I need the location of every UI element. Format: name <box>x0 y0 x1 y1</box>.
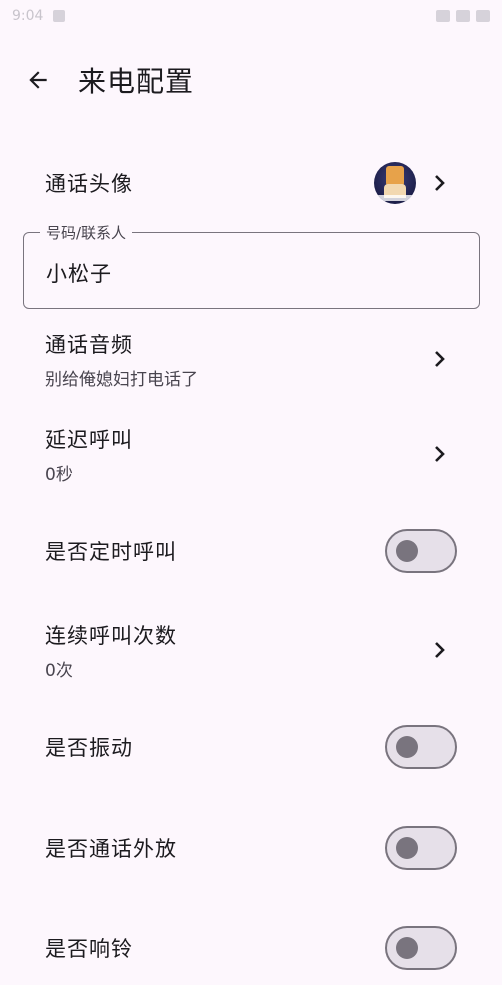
avatar-caption <box>376 195 414 201</box>
status-bar: 9:04 <box>0 0 502 32</box>
delay-call-label: 延迟呼叫 <box>45 427 133 452</box>
switch-thumb <box>396 837 418 859</box>
call-avatar-label: 通话头像 <box>45 172 133 196</box>
timed-call-label: 是否定时呼叫 <box>45 540 177 564</box>
app-bar: 来电配置 <box>0 48 502 112</box>
timed-call-switch[interactable] <box>385 529 457 573</box>
call-audio-row[interactable]: 通话音频 别给俺媳妇打电话了 <box>0 329 502 390</box>
timed-call-texts: 是否定时呼叫 <box>45 536 177 566</box>
chevron-right-icon <box>430 638 450 662</box>
ring-texts: 是否响铃 <box>45 933 133 963</box>
contact-field[interactable]: 号码/联系人 小松子 <box>23 222 480 309</box>
speaker-row[interactable]: 是否通话外放 <box>0 825 502 871</box>
vibrate-row[interactable]: 是否振动 <box>0 724 502 770</box>
chevron-right-icon <box>430 171 450 195</box>
speaker-texts: 是否通话外放 <box>45 833 177 863</box>
delay-call-texts: 延迟呼叫 0秒 <box>45 424 133 485</box>
switch-thumb <box>396 540 418 562</box>
call-audio-texts: 通话音频 别给俺媳妇打电话了 <box>45 329 198 390</box>
battery-icon <box>476 10 490 22</box>
switch-thumb <box>396 937 418 959</box>
vibrate-label: 是否振动 <box>45 736 133 760</box>
timed-call-row[interactable]: 是否定时呼叫 <box>0 528 502 574</box>
repeat-count-row[interactable]: 连续呼叫次数 0次 <box>0 620 502 681</box>
call-avatar-texts: 通话头像 <box>45 168 133 198</box>
page-title: 来电配置 <box>78 65 195 98</box>
call-audio-label: 通话音频 <box>45 332 133 357</box>
speaker-switch[interactable] <box>385 826 457 870</box>
signal-icon <box>456 10 470 22</box>
repeat-count-value: 0次 <box>45 660 73 681</box>
call-audio-value: 别给俺媳妇打电话了 <box>45 369 198 390</box>
status-time: 9:04 <box>12 8 44 24</box>
chevron-right-icon <box>430 347 450 371</box>
delay-call-row[interactable]: 延迟呼叫 0秒 <box>0 424 502 485</box>
vibrate-switch[interactable] <box>385 725 457 769</box>
notification-icon <box>53 10 66 22</box>
back-button[interactable] <box>14 56 62 104</box>
chevron-right-icon <box>430 442 450 466</box>
vibrate-texts: 是否振动 <box>45 732 133 762</box>
ring-row[interactable]: 是否响铃 <box>0 925 502 971</box>
contact-field-label: 号码/联系人 <box>40 222 133 243</box>
avatar-face <box>386 166 404 186</box>
ring-label: 是否响铃 <box>45 937 133 961</box>
ring-switch[interactable] <box>385 926 457 970</box>
screen: 9:04 来电配置 通话头像 号码/联系人 小松子 通话音频 别给俺媳妇打电话了… <box>0 0 502 985</box>
contact-field-value[interactable]: 小松子 <box>46 258 112 288</box>
avatar[interactable] <box>374 162 416 204</box>
status-icons <box>436 10 490 22</box>
switch-thumb <box>396 736 418 758</box>
delay-call-value: 0秒 <box>45 464 73 485</box>
repeat-count-label: 连续呼叫次数 <box>45 623 177 648</box>
repeat-count-texts: 连续呼叫次数 0次 <box>45 620 177 681</box>
wifi-icon <box>436 10 450 22</box>
call-avatar-row[interactable]: 通话头像 <box>0 158 502 208</box>
arrow-left-icon <box>29 71 47 89</box>
speaker-label: 是否通话外放 <box>45 837 177 861</box>
